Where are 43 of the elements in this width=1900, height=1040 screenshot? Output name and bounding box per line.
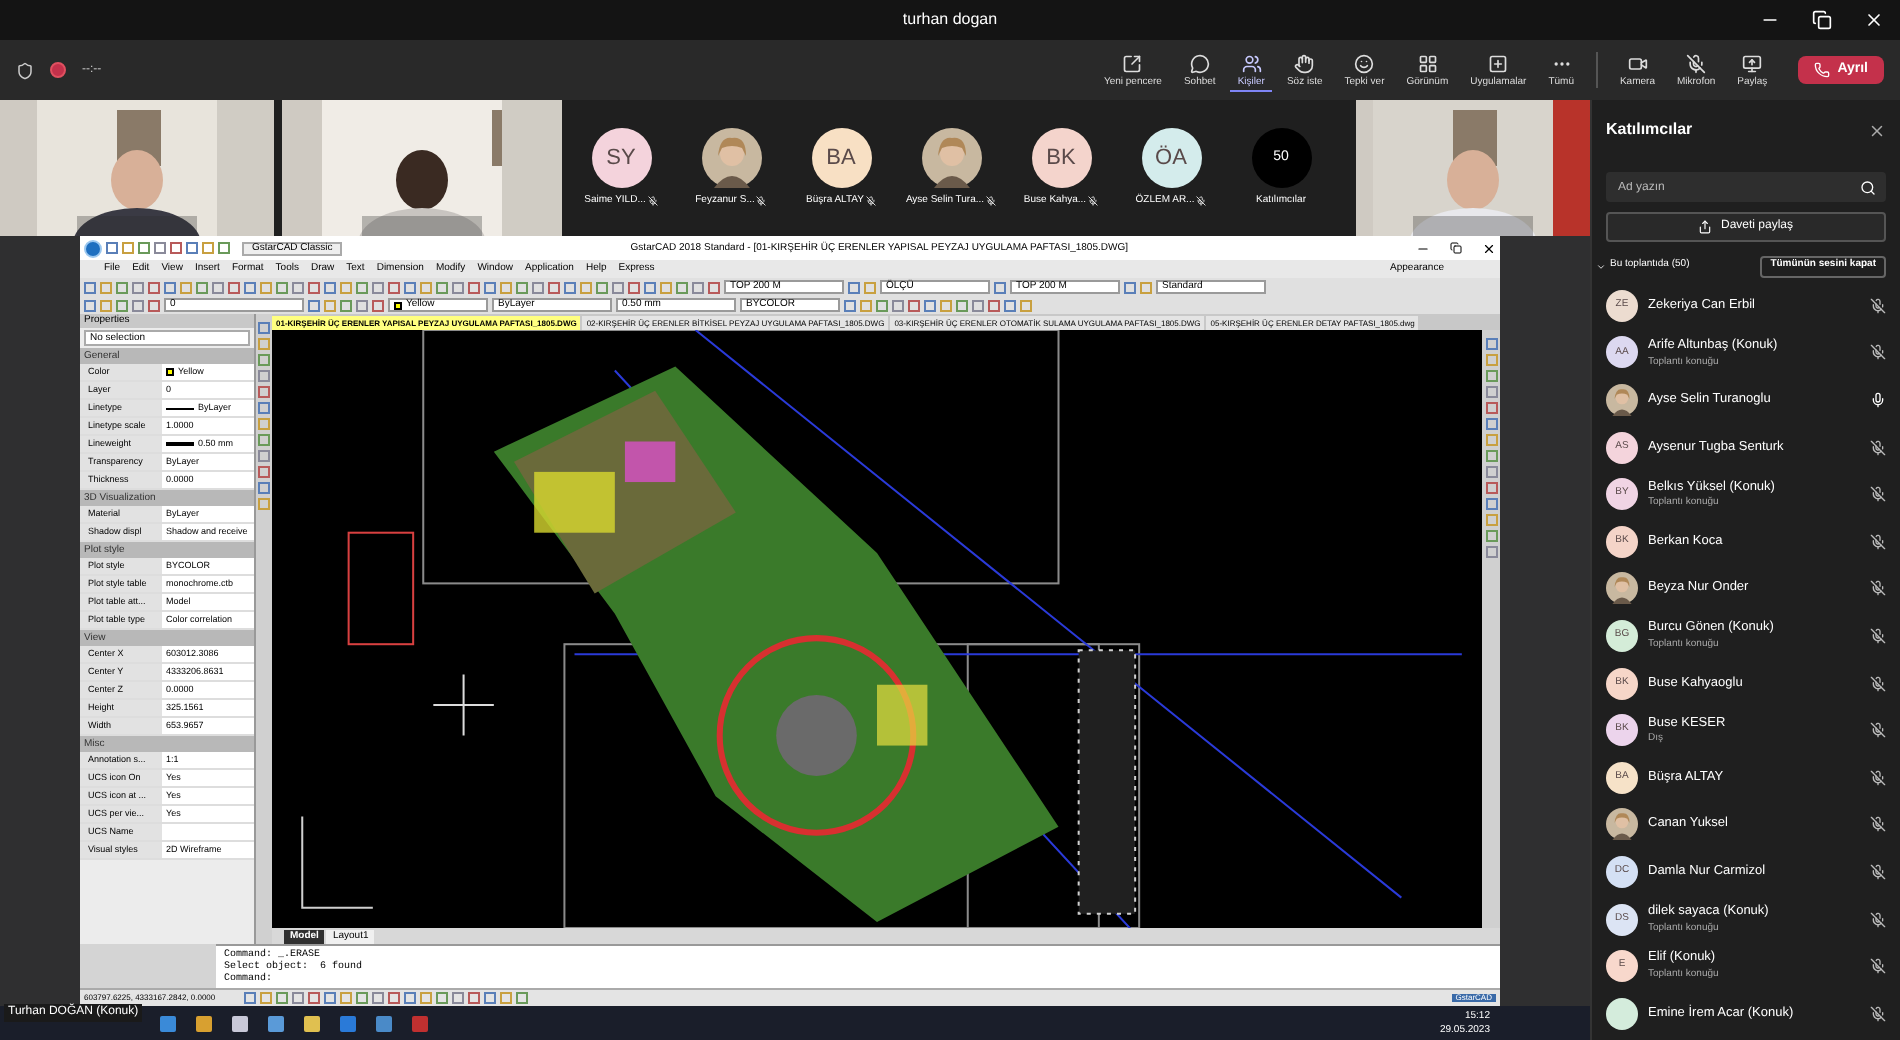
app-logo-icon <box>84 239 102 257</box>
avatar: SY <box>591 127 651 188</box>
caret-icon <box>1596 261 1606 271</box>
hand-icon <box>1294 53 1315 73</box>
linetype-line <box>166 407 194 409</box>
lineweight-line <box>166 442 194 446</box>
restore-icon[interactable] <box>1812 10 1832 30</box>
color-swatch <box>394 301 402 309</box>
panel-title: Katılımcılar <box>1606 118 1693 142</box>
chat-icon <box>1189 53 1210 73</box>
avatar: BK <box>1031 127 1091 188</box>
taskbar-app-icon[interactable] <box>376 1015 392 1031</box>
people-icon <box>1241 53 1262 73</box>
avatar-photo <box>1606 383 1638 416</box>
share-icon <box>1742 53 1763 73</box>
phone-icon <box>1813 62 1830 78</box>
close-icon[interactable] <box>1868 121 1886 139</box>
mic-off-icon <box>1686 53 1707 73</box>
taskbar-app-icon[interactable] <box>268 1015 284 1031</box>
window-title: turhan dogan <box>902 8 998 32</box>
taskbar-app-icon[interactable] <box>196 1015 212 1031</box>
taskbar-app-icon[interactable] <box>232 1015 248 1031</box>
new-window-icon <box>1122 53 1143 73</box>
search-icon <box>1860 179 1876 195</box>
taskbar-app-icon[interactable] <box>304 1015 320 1031</box>
avatar-photo <box>1606 808 1638 841</box>
color-swatch <box>166 368 174 376</box>
grid-icon <box>1417 53 1438 73</box>
taskbar-app-icon[interactable] <box>160 1015 176 1031</box>
avatar-photo <box>921 127 981 188</box>
avatar-photo <box>1606 572 1638 605</box>
close-icon[interactable] <box>1864 10 1884 30</box>
camera-icon <box>1627 53 1648 73</box>
restore-icon[interactable] <box>1450 242 1462 254</box>
close-icon[interactable] <box>1482 241 1496 255</box>
avatar: BA <box>811 127 871 188</box>
avatar: ÖA <box>1141 127 1201 188</box>
record-icon <box>50 62 66 78</box>
share-icon <box>1698 220 1713 234</box>
smile-icon <box>1354 53 1375 73</box>
plus-icon <box>1488 53 1509 73</box>
shield-icon <box>16 61 34 79</box>
avatar-photo <box>701 127 761 188</box>
